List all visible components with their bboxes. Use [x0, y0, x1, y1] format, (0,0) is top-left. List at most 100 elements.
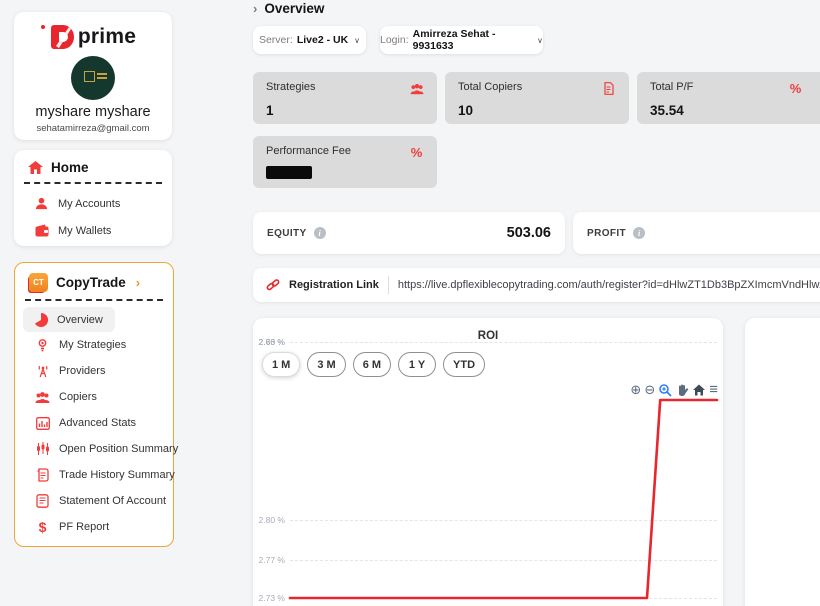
prime-logo-d-icon — [50, 25, 74, 49]
profile-name: myshare myshare — [35, 104, 151, 120]
antenna-icon — [35, 364, 50, 379]
stat-label: Performance Fee — [266, 145, 351, 157]
divider — [387, 276, 389, 294]
stat-label: Strategies — [266, 81, 316, 93]
sidebar-item-label: Overview — [57, 313, 103, 326]
stat-label: Total Copiers — [458, 81, 523, 93]
sidebar-item-label: My Strategies — [59, 339, 127, 351]
divider — [24, 182, 162, 184]
copytrade-icon: CT — [29, 273, 48, 292]
y-tick-label: 2.63 % — [258, 337, 285, 347]
sidebar-item-my-wallets[interactable]: My Wallets — [14, 217, 172, 244]
zoom-in-icon[interactable]: ⊕ — [630, 383, 641, 396]
server-label: Server: — [258, 34, 293, 46]
statement-doc-icon — [35, 494, 50, 509]
profile-avatar[interactable] — [71, 56, 115, 100]
sidebar-item-advanced-stats[interactable]: Advanced Stats — [15, 410, 173, 436]
sidebar-item-label: Statement Of Account — [59, 495, 167, 507]
bar-chart-icon — [35, 416, 50, 431]
profile-card: prime myshare myshare sehatamirreza@gmai… — [14, 12, 172, 140]
sidebar-item-label: Trade History Summary — [59, 469, 175, 481]
zoom-out-icon[interactable]: ⊖ — [644, 383, 655, 396]
sidebar-item-trade-history-summary[interactable]: Trade History Summary — [15, 462, 175, 488]
roi-line[interactable] — [288, 398, 719, 606]
chevron-right-icon: › — [135, 275, 141, 290]
pie-chart-icon — [33, 312, 48, 327]
range-button-3m[interactable]: 3 M — [307, 352, 346, 377]
range-button-ytd[interactable]: YTD — [443, 352, 486, 377]
percent-icon: % — [789, 81, 802, 96]
equity-card: EQUITY i 503.06 — [253, 212, 565, 254]
range-button-1y[interactable]: 1 Y — [398, 352, 437, 377]
user-icon — [34, 196, 49, 211]
chevron-down-icon: ∨ — [354, 35, 361, 45]
server-value: Live2 - UK — [296, 34, 349, 46]
chart-modebar: ⊕ ⊖ ≡ — [630, 382, 718, 397]
page-title: Overview — [264, 1, 325, 16]
stat-card-total-copiers: Total Copiers 10 — [445, 72, 629, 124]
sidebar-item-label: Copiers — [59, 391, 97, 403]
stat-value: 35.54 — [650, 103, 684, 118]
range-button-6m[interactable]: 6 M — [352, 352, 392, 377]
registration-link-url[interactable]: https://live.dpflexiblecopytrading.com/a… — [398, 279, 820, 291]
chevron-down-icon: ∨ — [537, 35, 543, 45]
link-icon — [265, 278, 280, 293]
info-icon[interactable]: i — [633, 227, 646, 239]
login-dropdown[interactable]: Login: Amirreza Sehat - 9931633 ∨ — [380, 26, 543, 54]
sidebar-item-pf-report[interactable]: $ PF Report — [15, 514, 173, 540]
sidebar-item-label: My Accounts — [58, 197, 121, 210]
sidebar-item-label: Open Position Summary — [59, 443, 179, 455]
info-icon[interactable]: i — [313, 227, 326, 239]
stat-label: Total P/F — [650, 81, 694, 93]
stat-card-performance-fee: Performance Fee % — [253, 136, 437, 188]
chevron-right-icon: › — [253, 1, 258, 16]
home-reset-icon[interactable] — [692, 383, 706, 397]
home-section-header[interactable]: Home — [14, 150, 172, 182]
sidebar-item-label: Advanced Stats — [59, 417, 137, 429]
y-tick-label: 2.77 % — [258, 555, 285, 565]
home-menu-card: Home My Accounts My Wallets — [14, 150, 172, 246]
login-value: Amirreza Sehat - 9931633 — [412, 28, 496, 52]
home-icon — [28, 160, 43, 175]
sidebar-item-label: Providers — [59, 365, 106, 377]
stat-card-strategies: Strategies 1 — [253, 72, 437, 124]
history-doc-icon — [35, 468, 50, 483]
brand-logo: prime — [14, 24, 172, 50]
y-tick-label: 2.80 % — [258, 515, 285, 525]
stat-value: 1 — [266, 103, 274, 118]
sidebar-item-label: My Wallets — [58, 224, 112, 237]
equity-value: 503.06 — [506, 225, 551, 241]
group-icon — [35, 390, 50, 405]
sidebar-item-overview[interactable]: Overview — [23, 307, 115, 332]
menu-icon[interactable]: ≡ — [709, 382, 718, 397]
box-zoom-icon[interactable] — [658, 383, 672, 397]
stat-card-total-pf: Total P/F % 35.54 — [637, 72, 820, 124]
profit-card: PROFIT i — [573, 212, 820, 254]
sidebar-item-label: PF Report — [59, 521, 110, 533]
sidebar-item-copiers[interactable]: Copiers — [15, 384, 173, 410]
range-button-1m[interactable]: 1 M — [262, 352, 301, 377]
candlestick-icon — [35, 442, 50, 457]
roi-chart-card: ROI 1 M 3 M 6 M 1 Y YTD ⊕ ⊖ ≡ 2.80 % 2.7… — [253, 318, 723, 606]
idea-icon — [35, 338, 50, 353]
breadcrumb: › Overview — [253, 1, 324, 16]
home-section-title: Home — [51, 160, 89, 175]
pan-hand-icon[interactable] — [675, 383, 689, 397]
copier-doc-icon — [601, 81, 616, 96]
profile-email: sehatamirreza@gmail.com — [36, 123, 150, 134]
divider — [25, 299, 163, 301]
stat-value: 10 — [458, 103, 474, 118]
brand-i-dot-icon — [41, 25, 45, 29]
copytrade-section-header[interactable]: CT CopyTrade › — [15, 263, 173, 299]
percent-icon: % — [410, 145, 423, 160]
server-dropdown[interactable]: Server: Live2 - UK ∨ — [253, 26, 366, 54]
sidebar-item-my-strategies[interactable]: My Strategies — [15, 332, 173, 358]
sidebar-item-providers[interactable]: Providers — [15, 358, 173, 384]
copytrade-menu-card: CT CopyTrade › Overview My Strategies Pr… — [14, 262, 178, 547]
secondary-panel — [745, 318, 820, 606]
sidebar-item-my-accounts[interactable]: My Accounts — [14, 190, 172, 217]
sidebar-item-open-position-summary[interactable]: Open Position Summary — [15, 436, 178, 462]
dollar-icon: $ — [38, 519, 47, 535]
sidebar-item-statement-of-account[interactable]: Statement Of Account — [15, 488, 173, 514]
login-label: Login: — [380, 34, 409, 46]
